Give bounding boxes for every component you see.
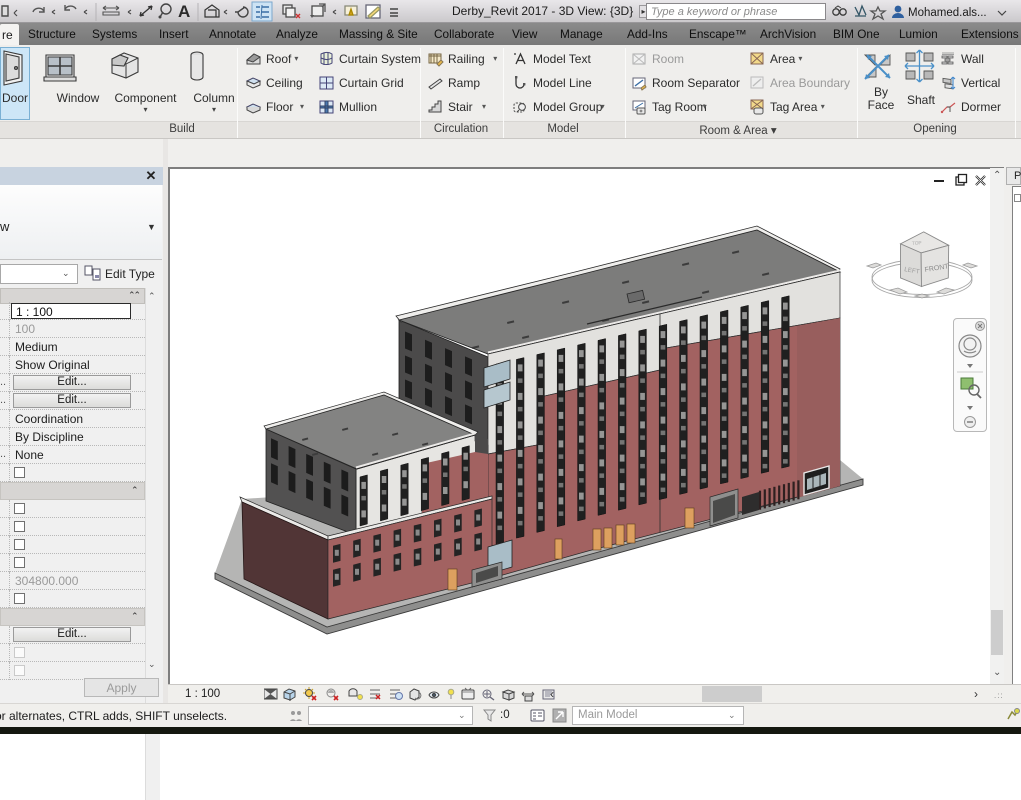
- svg-text:Mohamed.als...: Mohamed.als...: [908, 7, 987, 19]
- svg-text:A: A: [178, 2, 190, 21]
- svg-text:TOP: TOP: [912, 240, 922, 247]
